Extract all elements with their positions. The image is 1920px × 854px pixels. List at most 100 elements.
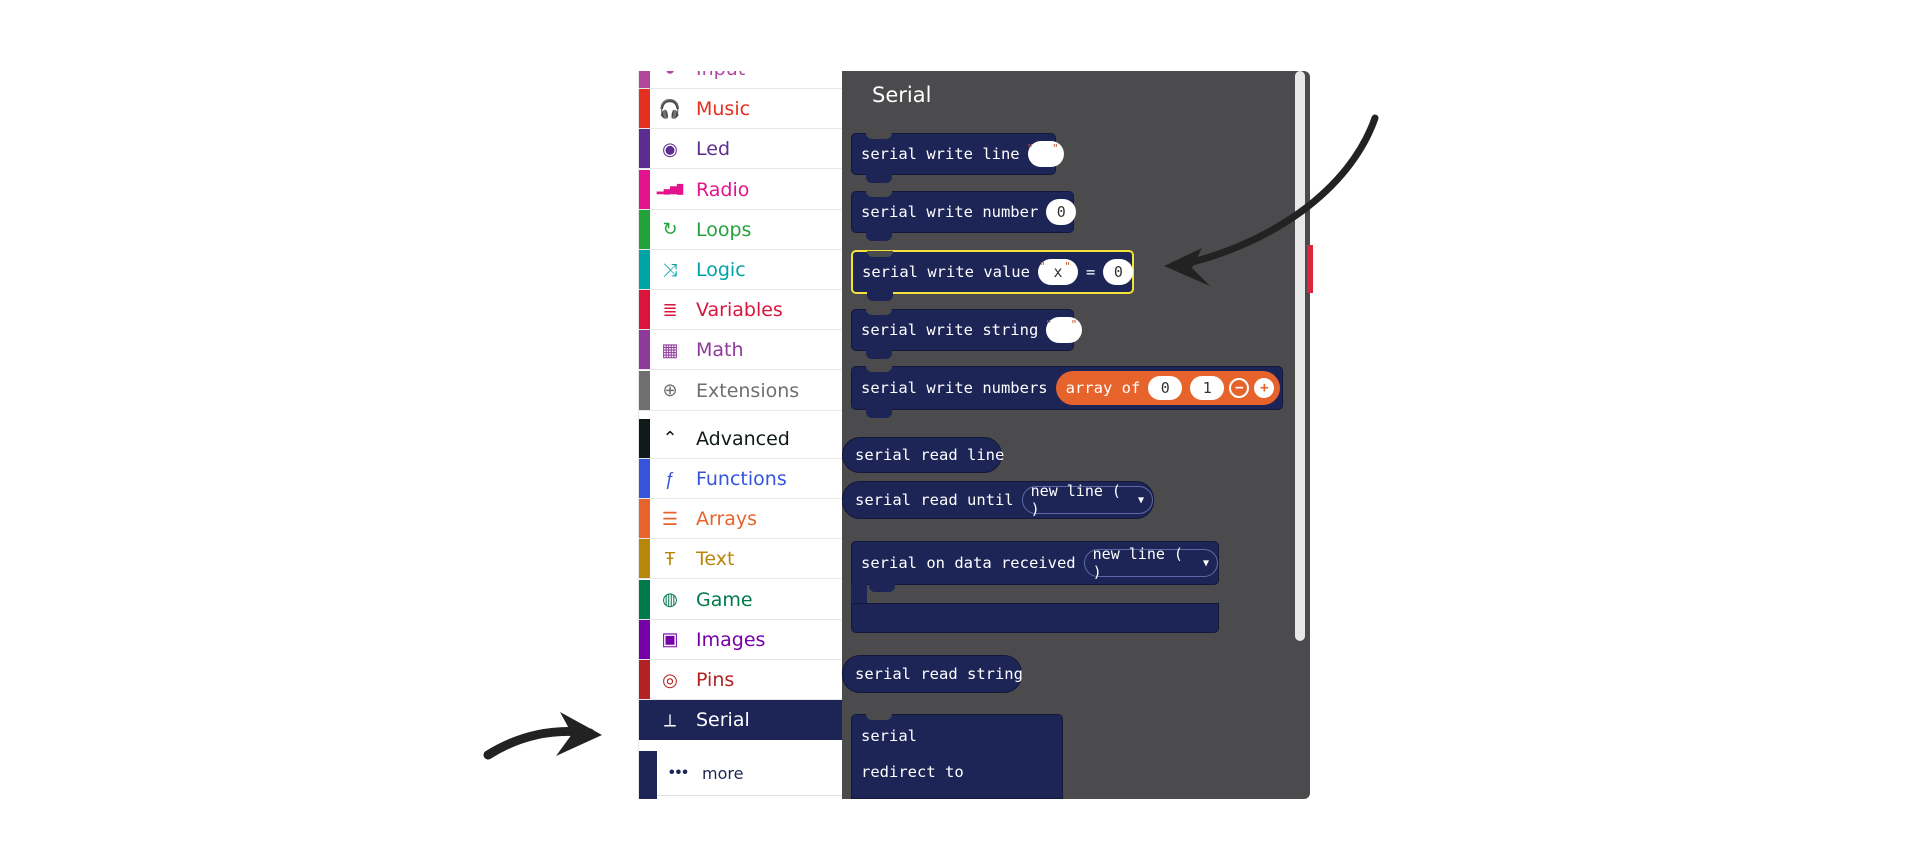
value-name-input[interactable]: " " x (1037, 259, 1078, 285)
block-serial-read-string[interactable]: serial read string (842, 655, 1023, 693)
shuffle-icon: ⤨ (662, 259, 678, 280)
block-label: serial write number (861, 203, 1039, 221)
event-block-notch (869, 583, 895, 592)
function-icon: ƒ (664, 468, 675, 489)
category-color-stripe (639, 169, 650, 209)
category-color-stripe (639, 499, 650, 539)
toolbox-categories: ● Input 🎧 Music ◉ Led ▂▄▆█ Radio ↻ Loops ⤨ Logic ≣ Va… (638, 71, 843, 799)
toolbox-item-functions[interactable]: ƒ Functions (639, 459, 843, 499)
plus-circle-icon: ⊕ (662, 380, 678, 401)
gamepad-icon: ◍ (662, 589, 678, 610)
toolbox-item-variables[interactable]: ≣ Variables (639, 290, 843, 331)
toolbox-item-label: Game (696, 588, 753, 611)
toolbox-item-label: Pins (696, 669, 735, 691)
input-icon: ● (659, 71, 681, 80)
toolbox-item-label: Serial (696, 709, 750, 732)
toolbox-item-music[interactable]: 🎧 Music (639, 89, 843, 130)
toolbox-item-label: Music (696, 98, 751, 121)
equals-sign: = (1085, 263, 1096, 281)
category-color-stripe (639, 660, 650, 699)
number-input[interactable]: 0 (1046, 199, 1077, 225)
category-color-stripe (639, 250, 650, 289)
block-serial-write-numbers[interactable]: serial write numbers array of 0 1 − + (851, 366, 1283, 418)
chevron-down-icon: ▼ (1202, 557, 1209, 569)
signal-bars-icon: ▂▄▆█ (656, 184, 684, 195)
block-serial-read-until[interactable]: serial read until new line ( ) ▼ (842, 481, 1154, 519)
category-color-stripe (639, 418, 650, 458)
target-icon: ◎ (662, 669, 678, 690)
toolbox-item-arrays[interactable]: ☰ Arrays (639, 499, 843, 540)
toolbox-item-label: Functions (696, 468, 787, 490)
toolbox-item-serial[interactable]: ⟂ Serial (639, 700, 843, 741)
category-color-stripe (639, 330, 650, 370)
block-label: serial on data received (861, 554, 1076, 572)
category-color-stripe (639, 619, 650, 659)
minus-circle-icon[interactable]: − (1229, 378, 1250, 398)
category-color-stripe (639, 370, 650, 410)
toolbox-item-pins[interactable]: ◎ Pins (639, 660, 843, 700)
text-icon: Ŧ (664, 548, 676, 569)
toolbox-item-advanced[interactable]: ⌃ Advanced (639, 418, 843, 459)
toolbox-item-images[interactable]: ▣ Images (639, 619, 843, 660)
array-value-1[interactable]: 1 (1190, 376, 1225, 400)
toolbox-item-text[interactable]: Ŧ Text (639, 539, 843, 580)
flyout-scrollbar[interactable] (1295, 71, 1305, 641)
toolbox-item-extensions[interactable]: ⊕ Extensions (639, 370, 843, 411)
category-color-stripe (639, 89, 650, 129)
block-label-line1: serial (861, 727, 917, 745)
usb-icon: ⟂ (663, 709, 676, 730)
dropdown-value: new line ( ) (1030, 482, 1121, 518)
block-serial-write-number[interactable]: serial write number 0 (851, 191, 1077, 241)
block-label: serial write line (861, 145, 1020, 163)
toolbox-item-label: Arrays (696, 508, 758, 531)
block-serial-write-line[interactable]: serial write line " " (851, 133, 1064, 183)
chevron-up-icon: ⌃ (662, 428, 678, 449)
on-data-dropdown[interactable]: new line ( ) ▼ (1083, 545, 1218, 581)
dropdown-value: new line ( ) (1092, 545, 1183, 581)
toolbox-item-logic[interactable]: ⤨ Logic (639, 250, 843, 290)
block-serial-write-value[interactable]: serial write value " " x = 0 (851, 250, 1134, 301)
array-value-0[interactable]: 0 (1148, 376, 1183, 400)
string-input[interactable]: " " (1045, 317, 1083, 343)
calculator-icon: ▦ (661, 339, 679, 360)
toggle-icon: ◉ (662, 138, 678, 159)
toolbox-item-loops[interactable]: ↻ Loops (639, 209, 843, 250)
toolbox-item-input[interactable]: ● Input (639, 71, 843, 89)
toolbox-item-radio[interactable]: ▂▄▆█ Radio (639, 169, 843, 210)
block-label: serial read string (855, 665, 1023, 683)
image-icon: ▣ (661, 629, 679, 650)
arrow-to-serial-icon (483, 712, 602, 760)
block-serial-write-string[interactable]: serial write string " " (851, 309, 1083, 359)
category-color-stripe (639, 579, 650, 619)
block-label: serial write string (861, 321, 1039, 339)
chevron-down-icon: ▼ (1137, 494, 1144, 506)
screenshot-stage: ● Input 🎧 Music ◉ Led ▂▄▆█ Radio ↻ Loops ⤨ Logic ≣ Va… (0, 0, 1920, 854)
event-block-arm (851, 583, 867, 605)
block-serial-read-line[interactable]: serial read line (842, 437, 1004, 473)
category-color-stripe (639, 71, 650, 88)
toolbox-item-label: Input (696, 71, 745, 79)
toolbox-item-label: Images (696, 628, 766, 651)
block-label: serial write value (862, 263, 1030, 281)
array-of-block[interactable]: array of 0 1 − + (1055, 371, 1281, 405)
read-until-dropdown[interactable]: new line ( ) ▼ (1021, 482, 1153, 518)
refresh-icon: ↻ (662, 219, 678, 240)
headphones-icon: 🎧 (658, 98, 682, 119)
toolbox-item-label: Extensions (696, 379, 800, 402)
category-color-stripe (639, 700, 650, 741)
plus-circle-icon[interactable]: + (1254, 378, 1275, 398)
block-serial-redirect[interactable]: serial redirect to (851, 714, 1063, 799)
value-number-input[interactable]: 0 (1103, 259, 1134, 285)
toolbox-more-label: more (702, 764, 744, 783)
toolbox-item-math[interactable]: ▦ Math (639, 330, 843, 371)
toolbox-item-led[interactable]: ◉ Led (639, 129, 843, 170)
category-color-stripe (639, 129, 650, 169)
category-color-stripe (639, 539, 650, 579)
block-serial-on-data-received[interactable]: serial on data received new line ( ) ▼ (851, 541, 1219, 585)
block-label: serial write numbers (861, 379, 1048, 397)
workspace-edge-marker (1307, 245, 1313, 293)
string-input[interactable]: " " (1027, 141, 1064, 167)
toolbox-more-button[interactable]: ••• more (657, 751, 843, 796)
toolbox-item-game[interactable]: ◍ Game (639, 579, 843, 620)
toolbox-item-label: Logic (696, 259, 746, 281)
